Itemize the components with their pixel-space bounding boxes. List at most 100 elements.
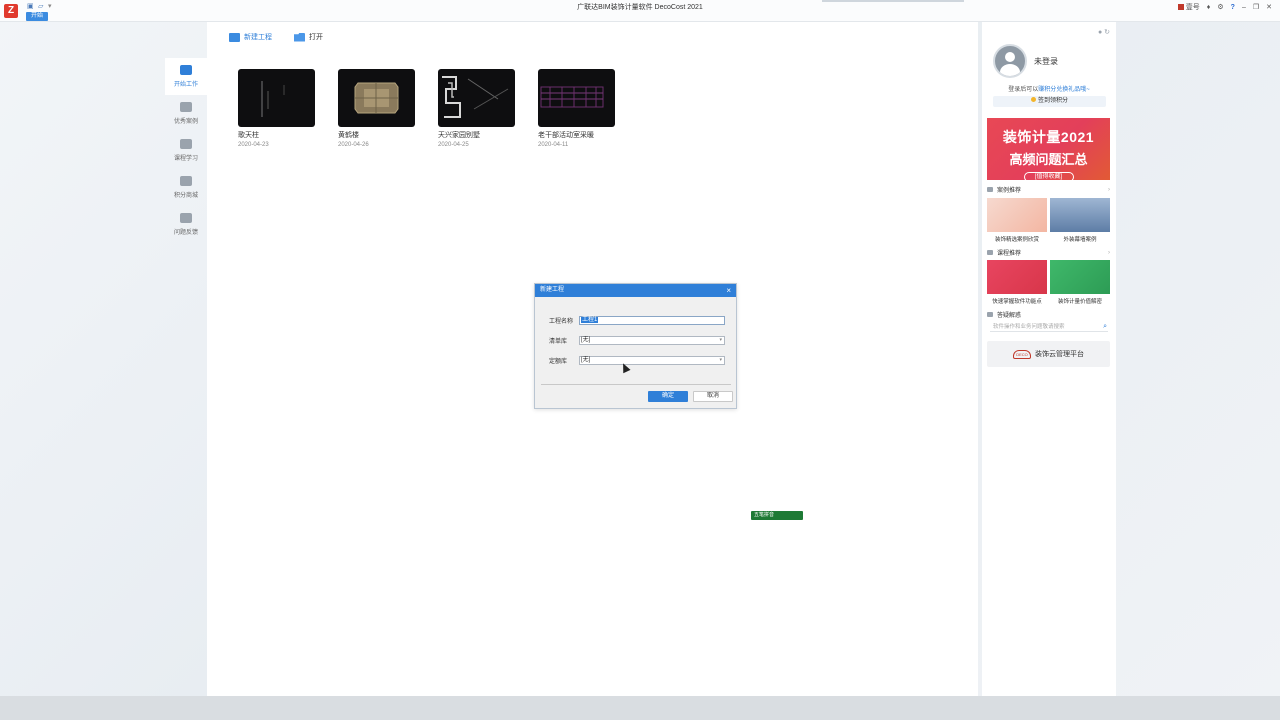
quota-library-select[interactable]: [无] ▾ bbox=[579, 356, 725, 365]
case-card[interactable]: 外装幕墙案例 bbox=[1050, 198, 1110, 243]
recent-project-card[interactable]: 黄鹤楼 2020-04-26 bbox=[338, 69, 415, 148]
user-menu[interactable]: 壹号 bbox=[1177, 2, 1200, 12]
project-date: 2020-04-11 bbox=[538, 142, 569, 148]
project-thumbnail[interactable] bbox=[438, 69, 515, 127]
promo-banner[interactable]: 装饰计量2021 高频问题汇总 [值得收藏] bbox=[987, 118, 1110, 180]
project-thumbnail[interactable] bbox=[238, 69, 315, 127]
settings-icon[interactable]: ⚙ bbox=[1217, 3, 1223, 11]
right-panel-header: ● ↻ bbox=[982, 22, 1116, 46]
book-icon bbox=[180, 139, 192, 149]
bill-library-label: 清单库 bbox=[549, 339, 568, 345]
recent-projects: 歌天柱 2020-04-23 黄鹤楼 2020-04-26 天兴家园别墅 202… bbox=[238, 69, 615, 148]
chevron-down-icon: ▾ bbox=[719, 337, 722, 343]
new-project-dialog: 新建工程 × 工程名称 工程1 清单库 [无] ▾ 定额库 [无] ▾ 确定 取… bbox=[534, 283, 737, 409]
nav-item-courses[interactable]: 课程学习 bbox=[165, 132, 207, 169]
deco-cloud-platform-button[interactable]: DECO 装饰云管理平台 bbox=[987, 341, 1110, 367]
chevron-right-icon: › bbox=[1108, 249, 1110, 256]
nav-item-feedback[interactable]: 问题反馈 bbox=[165, 206, 207, 243]
project-name-row: 工程名称 工程1 bbox=[549, 316, 725, 325]
case-section-header[interactable]: 案例推荐 › bbox=[987, 185, 1110, 194]
dialog-close-icon[interactable]: × bbox=[726, 284, 731, 297]
case-image bbox=[987, 198, 1047, 232]
toolbar: 新建工程 打开 bbox=[229, 32, 323, 42]
case-icon bbox=[987, 187, 993, 192]
left-nav: 开始工作 优秀案例 课程学习 积分商城 问题反馈 bbox=[165, 58, 207, 248]
course-section-header[interactable]: 课程推荐 › bbox=[987, 248, 1110, 257]
window-title: 广联达BIM装饰计量软件 DecoCost 2021 bbox=[577, 4, 703, 11]
feedback-icon bbox=[180, 213, 192, 223]
signin-button[interactable]: 签到领积分 bbox=[993, 96, 1106, 107]
project-name: 天兴家园别墅 bbox=[438, 132, 480, 139]
project-name: 黄鹤楼 bbox=[338, 132, 359, 139]
close-button[interactable]: ✕ bbox=[1266, 3, 1272, 11]
project-preview-drawing bbox=[354, 82, 399, 114]
help-icon[interactable]: ? bbox=[1231, 4, 1235, 11]
quota-library-row: 定额库 [无] ▾ bbox=[549, 356, 725, 365]
recent-project-card[interactable]: 老干部活动室采暖 2020-04-11 bbox=[538, 69, 615, 148]
monitor-icon bbox=[180, 65, 192, 75]
course-card[interactable]: 装饰计量价值解密 bbox=[1050, 260, 1110, 305]
project-date: 2020-04-26 bbox=[338, 142, 369, 148]
case-image bbox=[1050, 198, 1110, 232]
avatar[interactable] bbox=[993, 44, 1027, 78]
restore-button[interactable]: ❐ bbox=[1253, 3, 1259, 11]
login-tip: 登录后可以赚积分兑换礼品哦~ bbox=[1008, 87, 1090, 93]
project-name: 老干部活动室采暖 bbox=[538, 132, 594, 139]
project-date: 2020-04-23 bbox=[238, 142, 269, 148]
course-image bbox=[987, 260, 1047, 294]
project-thumbnail[interactable] bbox=[338, 69, 415, 127]
folder-icon bbox=[294, 32, 305, 42]
ok-button[interactable]: 确定 bbox=[648, 391, 688, 402]
quota-library-label: 定额库 bbox=[549, 359, 568, 365]
new-project-button[interactable]: 新建工程 bbox=[229, 32, 272, 42]
right-panel: ● ↻ 未登录 登录后可以赚积分兑换礼品哦~ 签到领积分 装饰计量2021 高频… bbox=[982, 22, 1116, 696]
project-preview-drawing bbox=[261, 81, 285, 117]
search-icon[interactable]: ⌕ bbox=[1103, 322, 1107, 332]
bill-library-select[interactable]: [无] ▾ bbox=[579, 336, 725, 345]
project-preview-drawing bbox=[540, 86, 604, 108]
bill-library-row: 清单库 [无] ▾ bbox=[549, 336, 725, 345]
new-project-icon bbox=[229, 32, 240, 42]
refresh-icon[interactable]: ↻ bbox=[1104, 29, 1110, 36]
course-image bbox=[1050, 260, 1110, 294]
recent-project-card[interactable]: 歌天柱 2020-04-23 bbox=[238, 69, 315, 148]
project-name: 歌天柱 bbox=[238, 132, 259, 139]
title-bar: Z ▣ ▱ ▾ 开始 广联达BIM装饰计量软件 DecoCost 2021 壹号… bbox=[0, 0, 1280, 22]
open-project-button[interactable]: 打开 bbox=[294, 32, 323, 42]
qa-icon bbox=[987, 312, 993, 317]
project-thumbnail[interactable] bbox=[538, 69, 615, 127]
cancel-button[interactable]: 取消 bbox=[693, 391, 733, 402]
project-name-label: 工程名称 bbox=[549, 319, 574, 325]
qa-search-input[interactable]: 软件操作和业务问题敬请搜索 ⌕ bbox=[990, 322, 1108, 332]
project-name-input[interactable]: 工程1 bbox=[579, 316, 725, 325]
cloud-logo-icon: DECO bbox=[1013, 349, 1031, 359]
ime-toolbar[interactable]: 五笔拼音 bbox=[751, 511, 803, 520]
user-info[interactable]: 未登录 bbox=[993, 44, 1058, 78]
flag-icon bbox=[1177, 4, 1184, 11]
nav-item-excellent-cases[interactable]: 优秀案例 bbox=[165, 95, 207, 132]
tab-start[interactable]: 开始 bbox=[26, 12, 48, 21]
title-bar-controls: 壹号 ♦ ⚙ ? – ❐ ✕ bbox=[1177, 2, 1272, 12]
login-tip-link[interactable]: 赚积分兑换礼品哦~ bbox=[1038, 87, 1090, 93]
course-icon bbox=[987, 250, 993, 255]
status-bar bbox=[0, 696, 1280, 720]
nav-item-points-mall[interactable]: 积分商城 bbox=[165, 169, 207, 206]
chevron-down-icon: ▾ bbox=[719, 357, 722, 363]
message-icon[interactable]: ● bbox=[1098, 29, 1102, 36]
nav-item-start-work[interactable]: 开始工作 bbox=[165, 58, 207, 95]
user-name[interactable]: 未登录 bbox=[1034, 56, 1058, 67]
notification-icon[interactable]: ♦ bbox=[1207, 4, 1211, 11]
project-preview-drawing bbox=[442, 76, 509, 118]
dialog-divider bbox=[541, 384, 731, 385]
minimize-button[interactable]: – bbox=[1242, 4, 1246, 11]
project-date: 2020-04-25 bbox=[438, 142, 469, 148]
bag-icon bbox=[180, 176, 192, 186]
course-card[interactable]: 快速掌握软件功能点 bbox=[987, 260, 1047, 305]
dialog-title-bar: 新建工程 × bbox=[535, 284, 736, 297]
panel-controls: ● ↻ bbox=[1098, 28, 1110, 36]
chevron-right-icon: › bbox=[1108, 186, 1110, 193]
trophy-icon bbox=[180, 102, 192, 112]
case-card[interactable]: 装饰精选案例欣赏 bbox=[987, 198, 1047, 243]
recent-project-card[interactable]: 天兴家园别墅 2020-04-25 bbox=[438, 69, 515, 148]
qa-section-header: 答疑解惑 bbox=[987, 310, 1110, 319]
